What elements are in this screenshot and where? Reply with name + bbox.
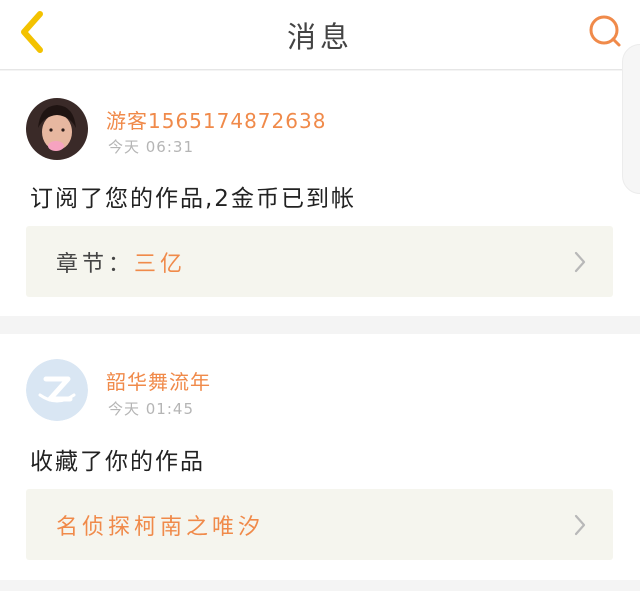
chevron-right-icon (574, 514, 586, 536)
message-card: 韶华舞流年 今天 01:45 收藏了你的作品 名侦探柯南之唯汐 (0, 334, 640, 580)
top-bar: 消息 (0, 0, 640, 70)
timestamp: 今天 01:45 (108, 400, 194, 418)
user-photo-avatar (26, 98, 88, 160)
chapter-name: 三亿 (134, 252, 187, 277)
chapter-link-text: 章节：三亿 (56, 246, 186, 278)
chapter-link[interactable]: 章节：三亿 (26, 226, 613, 297)
work-link-text: 名侦探柯南之唯汐 (56, 509, 264, 541)
floating-side-handle[interactable] (622, 44, 640, 194)
timestamp: 今天 06:31 (108, 138, 194, 156)
message-card: 游客1565174872638 今天 06:31 订阅了您的作品,2金币已到帐 … (0, 71, 640, 316)
username[interactable]: 游客1565174872638 (106, 105, 326, 134)
work-link[interactable]: 名侦探柯南之唯汐 (26, 489, 613, 560)
page-title: 消息 (286, 20, 353, 54)
work-name: 名侦探柯南之唯汐 (56, 515, 265, 540)
default-avatar-icon (26, 359, 88, 421)
message-text: 收藏了你的作品 (30, 449, 205, 475)
chapter-label: 章节： (56, 252, 135, 277)
username[interactable]: 韶华舞流年 (106, 366, 211, 395)
avatar[interactable] (26, 98, 88, 160)
message-text: 订阅了您的作品,2金币已到帐 (30, 186, 356, 212)
avatar[interactable] (26, 359, 88, 421)
search-button[interactable] (586, 12, 626, 52)
search-icon (589, 15, 621, 47)
chevron-right-icon (574, 251, 586, 273)
